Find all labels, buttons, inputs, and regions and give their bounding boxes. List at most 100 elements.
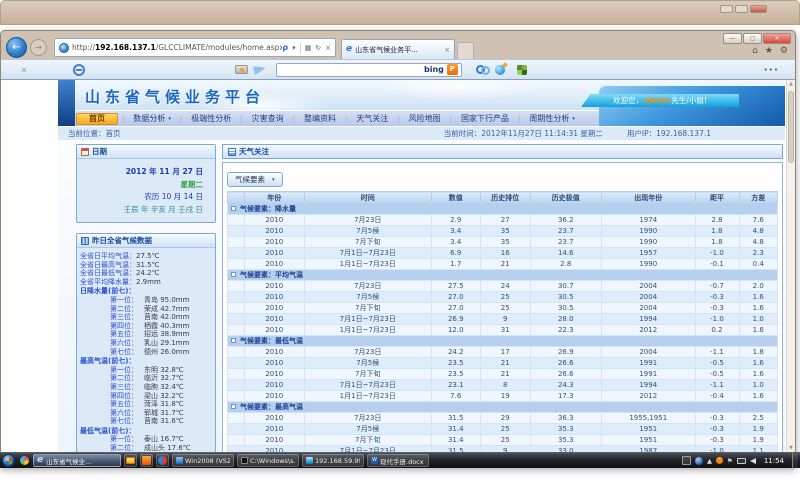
nav-item-9[interactable]: 周期性分析▾ (520, 113, 584, 124)
table-header-cell: 年份 (244, 192, 305, 204)
table-cell: 7月23日 (305, 413, 432, 424)
nav-item-8[interactable]: 国家下行产品 (452, 113, 518, 124)
nav-item-4[interactable]: 灾害查询 (243, 113, 293, 124)
nav-item-2[interactable]: 数据分析▾ (124, 113, 180, 124)
background-window[interactable] (0, 0, 800, 25)
media-app-button[interactable] (156, 454, 169, 467)
refresh-icon[interactable]: ↻ (315, 44, 321, 52)
table-cell: 7月下旬 (305, 435, 432, 446)
network-icon[interactable] (737, 458, 746, 464)
more-options-icon[interactable]: ••• (764, 66, 779, 74)
rank-label: 第五位： (110, 400, 144, 409)
table-cell: 28.0 (530, 314, 602, 325)
start-button[interactable] (2, 454, 15, 467)
search-caret-icon[interactable]: ▾ (292, 44, 296, 52)
rank-label: 第七位： (110, 348, 144, 357)
nav-item-7[interactable]: 风险地图 (400, 113, 450, 124)
collapse-checkbox[interactable] (231, 404, 236, 409)
scroll-up-icon[interactable]: ▲ (787, 80, 795, 89)
taskbar-button-4[interactable]: W现代手册.docx ... (367, 454, 429, 467)
table-cell: 0.4 (739, 259, 778, 270)
messenger-icon[interactable] (476, 65, 485, 74)
table-cell: 7月下旬 (305, 303, 432, 314)
toolbar-search-box[interactable]: bing P (276, 63, 462, 77)
table-cell: 7月5候 (305, 226, 432, 237)
table-cell: 1.9 (739, 435, 778, 446)
chevron-down-icon: ▾ (272, 177, 275, 183)
nav-item-label: 天气关注 (356, 113, 388, 124)
camera-icon[interactable] (235, 65, 248, 74)
back-button[interactable]: ← (6, 37, 27, 58)
gear-icon[interactable]: ⚙ (780, 46, 788, 56)
scrollbar-thumb[interactable] (788, 91, 794, 163)
rank-label: 第七位： (110, 417, 144, 426)
search-badge-icon[interactable]: P (447, 64, 458, 75)
language-indicator-icon[interactable] (682, 456, 691, 465)
action-center-flag-icon[interactable]: ⚑ (727, 457, 733, 465)
taskbar-ie-button[interactable]: e 山东省气候业... (33, 454, 121, 467)
table-cell: 1.6 (739, 391, 778, 402)
nav-item-3[interactable]: 极端性分析 (182, 113, 240, 124)
show-hidden-icons[interactable]: ▲ (707, 457, 712, 465)
new-tab-button[interactable] (457, 42, 474, 59)
collapse-checkbox[interactable] (231, 206, 236, 211)
nav-item-1[interactable]: 首页 (76, 113, 118, 125)
tray-orange-icon[interactable] (716, 457, 723, 464)
console-icon (241, 457, 248, 464)
table-cell: 2010 (244, 347, 305, 358)
nav-item-5[interactable]: 整编资料 (295, 113, 345, 124)
minimize-icon[interactable] (720, 5, 733, 13)
table-header-cell: 距平 (695, 192, 739, 204)
stop-icon[interactable]: × (325, 44, 331, 52)
clock[interactable]: 11:54 (764, 457, 784, 465)
taskbar-button-2[interactable]: C:\Windows\s... (237, 454, 299, 467)
show-desktop-button[interactable] (792, 453, 798, 469)
close-button[interactable]: × (763, 33, 791, 44)
forward-button[interactable]: → (30, 39, 47, 56)
rank-section-title: 最高气温(前七)： (80, 357, 212, 366)
nav-item-6[interactable]: 天气关注 (347, 113, 397, 124)
send-icon[interactable] (253, 64, 267, 75)
favorites-star-icon[interactable]: ★ (765, 46, 773, 56)
word-icon: W (371, 457, 378, 464)
minimize-button[interactable]: — (723, 33, 742, 44)
rank-value: 乳山 29.1mm (144, 339, 189, 348)
maximize-icon[interactable] (735, 5, 748, 13)
table-cell: 30.5 (530, 303, 602, 314)
climate-element-filter-button[interactable]: 气候要素 ▾ (227, 172, 283, 187)
table-row: 20101月1日~7月23日12.03122.320120.21.6 (228, 325, 778, 336)
collapse-checkbox[interactable] (231, 272, 236, 277)
taskbar-button-3[interactable]: 192.168.59.99... (302, 454, 364, 467)
table-cell: 1955,1951 (602, 413, 696, 424)
search-icon[interactable]: ρ (282, 43, 288, 52)
explorer-button[interactable] (124, 454, 137, 467)
close-toolbar-icon[interactable]: × (21, 66, 27, 74)
quick-launch-icon[interactable] (18, 455, 30, 467)
table-cell: 1991 (602, 369, 696, 380)
close-icon[interactable] (750, 5, 767, 13)
tray-sphere-icon[interactable] (695, 457, 703, 465)
climate-stat: 全省日最高气温：31.5℃ (80, 261, 212, 270)
table-cell: 1.8 (695, 226, 739, 237)
green-app-icon[interactable] (517, 65, 527, 75)
address-bar[interactable]: http://192.168.137.1/GLCCLIMATE/modules/… (54, 38, 336, 57)
scrollbar[interactable]: ▲ ▼ (786, 80, 795, 453)
table-cell: 4.8 (739, 237, 778, 248)
climate-stat: 全省平均降水量：2.9mm (80, 278, 212, 287)
bird-app-icon[interactable] (495, 65, 505, 75)
tab-close-icon[interactable]: × (444, 46, 450, 54)
maximize-button[interactable]: ▢ (743, 33, 762, 44)
volume-icon[interactable] (750, 458, 756, 464)
table-cell: 2.3 (739, 248, 778, 259)
blocked-icon[interactable] (73, 64, 85, 76)
table-cell: 21 (481, 369, 531, 380)
table-cell: 25 (481, 424, 531, 435)
orange-app-button[interactable] (140, 454, 153, 467)
table-group-label: 气候要素：降水量 (240, 205, 296, 213)
taskbar-button-1[interactable]: Win2008 (VS2... (172, 454, 234, 467)
browser-tab[interactable]: e 山东省气候业务平... × (341, 39, 455, 59)
collapse-checkbox[interactable] (231, 338, 236, 343)
table-group-label: 气候要素：最低气温 (240, 337, 303, 345)
compatibility-icon[interactable]: ▦ (305, 44, 312, 52)
home-icon[interactable]: ⌂ (752, 46, 758, 56)
